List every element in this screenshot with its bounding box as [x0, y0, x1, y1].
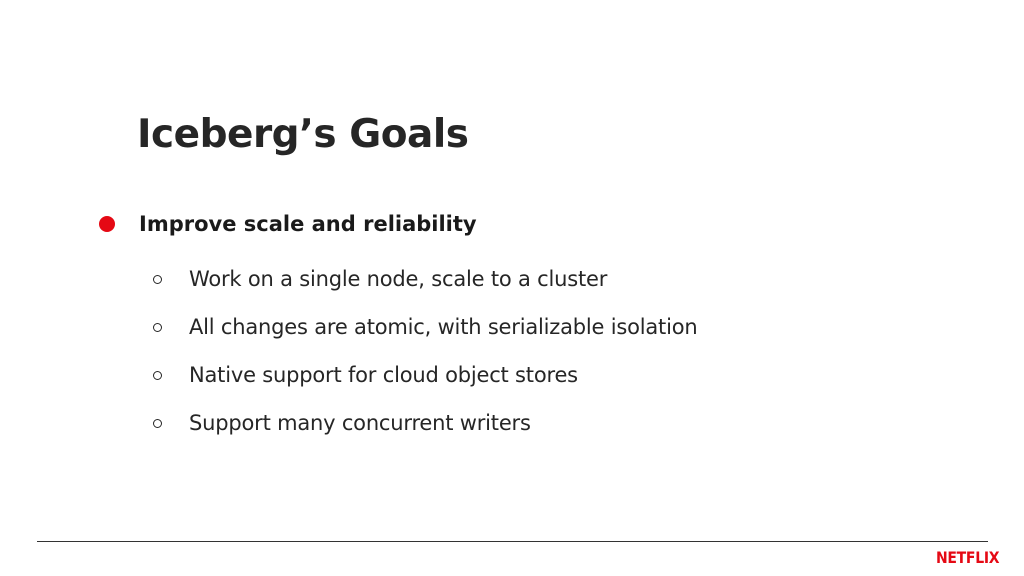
- hollow-circle-bullet-icon: [153, 322, 162, 332]
- hollow-circle-bullet-icon: [153, 418, 162, 428]
- sub-bullet-text: All changes are atomic, with serializabl…: [189, 315, 698, 339]
- bullet-item: Improve scale and reliability: [99, 207, 477, 241]
- hollow-circle-bullet-icon: [153, 370, 162, 380]
- slide: Iceberg’s Goals Improve scale and reliab…: [0, 0, 1024, 576]
- hollow-circle-bullet-icon: [153, 274, 162, 284]
- red-bullet-dot-icon: [99, 216, 115, 232]
- bullet-text: Improve scale and reliability: [139, 212, 477, 236]
- sub-bullet-text: Support many concurrent writers: [189, 411, 531, 435]
- sub-bullet-item: Support many concurrent writers: [153, 399, 697, 447]
- sub-bullet-item: Native support for cloud object stores: [153, 351, 697, 399]
- sub-bullet-text: Work on a single node, scale to a cluste…: [189, 267, 608, 291]
- sub-bullet-item: All changes are atomic, with serializabl…: [153, 303, 698, 351]
- footer-divider: [37, 541, 988, 542]
- sub-bullet-text: Native support for cloud object stores: [189, 363, 578, 387]
- netflix-logo: NETFLIX: [936, 549, 1000, 568]
- sub-bullet-item: Work on a single node, scale to a cluste…: [153, 255, 697, 303]
- sub-bullet-list: Work on a single node, scale to a cluste…: [153, 255, 698, 447]
- slide-title: Iceberg’s Goals: [137, 112, 469, 157]
